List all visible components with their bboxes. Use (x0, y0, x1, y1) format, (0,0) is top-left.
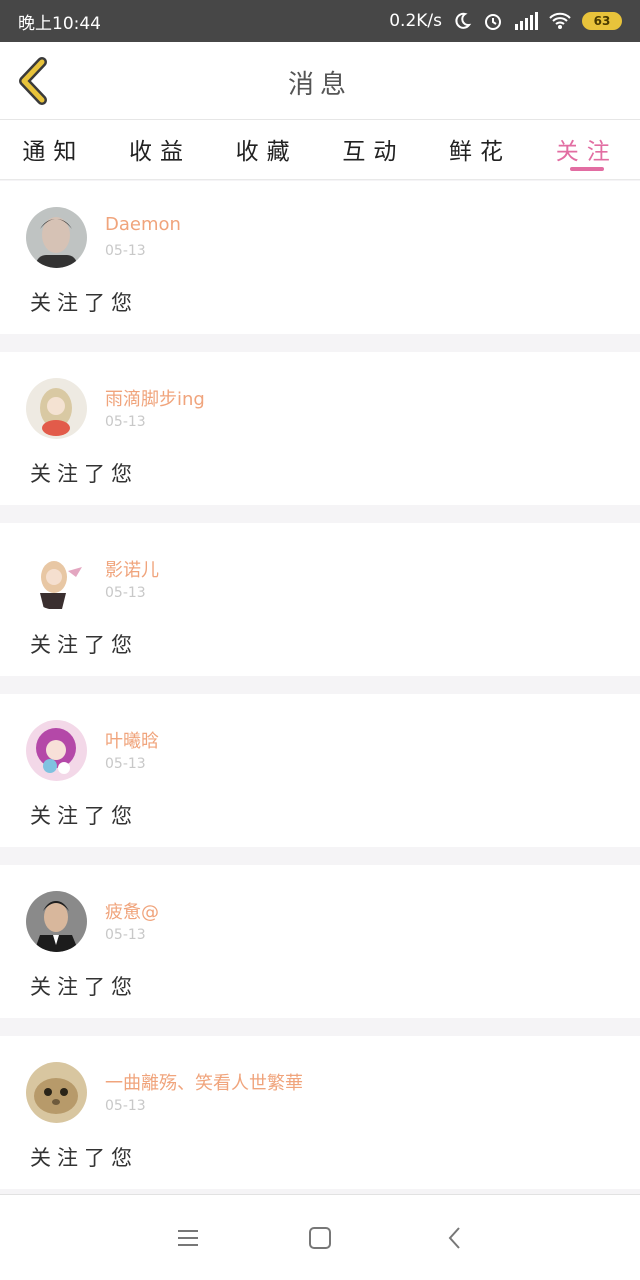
tab-favorites[interactable]: 收藏 (213, 120, 320, 179)
message-date: 05-13 (105, 585, 146, 601)
message-text: 关注了您 (30, 633, 138, 657)
avatar-anime-pink-icon[interactable] (26, 720, 87, 781)
tab-notice[interactable]: 通知 (0, 120, 107, 179)
list-item[interactable]: Daemon 05-13 关注了您 (0, 181, 640, 334)
home-square-icon (309, 1227, 331, 1249)
header: 消息 (0, 42, 640, 120)
avatar-anime-icon[interactable] (26, 549, 87, 610)
message-text: 关注了您 (30, 975, 138, 999)
user-name[interactable]: 疲惫@ (105, 898, 159, 924)
list-item[interactable]: 一曲離殇、笑看人世繁華 05-13 关注了您 (0, 1036, 640, 1189)
system-nav-bar (0, 1194, 640, 1280)
user-name[interactable]: 一曲離殇、笑看人世繁華 (105, 1069, 303, 1095)
wifi-icon (548, 12, 572, 30)
avatar-cat-icon[interactable] (26, 1062, 87, 1123)
tab-interactions[interactable]: 互动 (320, 120, 427, 179)
menu-icon (178, 1230, 198, 1246)
message-date: 05-13 (105, 1098, 146, 1114)
tab-flowers[interactable]: 鲜花 (427, 120, 534, 179)
user-name[interactable]: Daemon (105, 214, 181, 235)
message-date: 05-13 (105, 927, 146, 943)
back-chevron-icon (448, 1227, 460, 1249)
battery-level: 63 (593, 14, 611, 28)
avatar-man-suit-icon[interactable] (26, 891, 87, 952)
message-text: 关注了您 (30, 462, 138, 486)
page-title: 消息 (287, 70, 352, 100)
signal-icon (514, 12, 538, 30)
message-date: 05-13 (105, 414, 146, 430)
message-text: 关注了您 (30, 1146, 138, 1170)
list-item[interactable]: 雨滴脚步ing 05-13 关注了您 (0, 352, 640, 505)
status-time: 晚上10:44 (18, 13, 101, 34)
list-item[interactable]: 影诺儿 05-13 关注了您 (0, 523, 640, 676)
network-speed: 0.2K/s (389, 11, 442, 31)
message-text: 关注了您 (30, 291, 138, 315)
user-name[interactable]: 叶曦晗 (105, 727, 159, 753)
home-button[interactable] (307, 1225, 333, 1251)
tab-earnings[interactable]: 收益 (107, 120, 214, 179)
user-name[interactable]: 雨滴脚步ing (105, 385, 205, 411)
menu-button[interactable] (175, 1225, 201, 1251)
list-item[interactable]: 疲惫@ 05-13 关注了您 (0, 865, 640, 1018)
status-bar: 晚上10:44 0.2K/s 63 (0, 0, 640, 42)
avatar-girl-icon[interactable] (26, 378, 87, 439)
list-item[interactable]: 叶曦晗 05-13 关注了您 (0, 694, 640, 847)
message-date: 05-13 (105, 756, 146, 772)
message-list: Daemon 05-13 关注了您 雨滴脚步ing 05-13 关注了您 影诺儿… (0, 181, 640, 1207)
message-date: 05-13 (105, 243, 146, 259)
moon-icon (452, 11, 472, 31)
message-text: 关注了您 (30, 804, 138, 828)
tab-active-indicator (569, 167, 604, 171)
battery-icon: 63 (582, 12, 622, 30)
status-icons: 0.2K/s 63 (389, 10, 622, 32)
user-name[interactable]: 影诺儿 (105, 556, 159, 582)
alarm-icon (482, 10, 504, 32)
back-nav-button[interactable] (442, 1225, 468, 1251)
tab-follows[interactable]: 关注 (533, 120, 640, 179)
avatar-man-icon[interactable] (26, 207, 87, 268)
tab-bar: 通知 收益 收藏 互动 鲜花 关注 (0, 120, 640, 180)
